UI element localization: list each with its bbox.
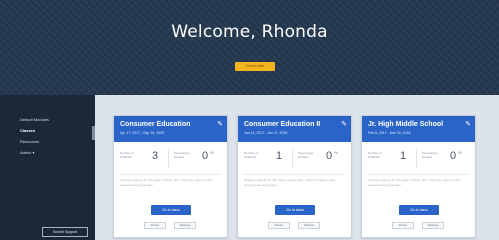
go-to-class-button[interactable]: Go to class xyxy=(399,205,439,215)
card-header: Jr. High Middle School Feb 6, 2017 - Mar… xyxy=(362,116,475,142)
card-description: Student progress for this class is shown… xyxy=(120,178,212,187)
class-card[interactable]: Consumer Education II Jan 12, 2017 - Jun… xyxy=(237,115,352,238)
students-label: Number of Students xyxy=(120,151,135,159)
card-divider xyxy=(244,174,345,175)
stat-divider xyxy=(416,148,417,168)
settings-button[interactable]: Settings xyxy=(422,222,444,229)
graded-unit: % xyxy=(210,150,214,155)
sidebar-item-classes[interactable]: Classes xyxy=(20,128,35,133)
students-label: Number of Students xyxy=(244,151,259,159)
welcome-banner: Welcome, Rhonda Check roles xyxy=(0,0,499,95)
edit-icon[interactable]: ✎ xyxy=(341,120,347,128)
sidebar-item-resources[interactable]: Resources xyxy=(20,139,39,144)
edit-icon[interactable]: ✎ xyxy=(465,120,471,128)
card-title: Consumer Education xyxy=(120,121,191,128)
settings-button[interactable]: Settings xyxy=(298,222,320,229)
banner-button[interactable]: Check roles xyxy=(235,62,275,71)
card-header: Consumer Education Apr 17, 2017 - Sep 15… xyxy=(114,116,227,142)
card-divider xyxy=(120,174,221,175)
graded-unit: % xyxy=(334,150,338,155)
graded-label: Percentage Graded xyxy=(174,151,190,159)
roster-button[interactable]: Roster xyxy=(144,222,166,229)
graded-label: Percentage Graded xyxy=(298,151,314,159)
card-header: Consumer Education II Jan 12, 2017 - Jun… xyxy=(238,116,351,142)
card-description: Student progress for this class is shown… xyxy=(368,178,460,187)
roster-button[interactable]: Roster xyxy=(392,222,414,229)
card-dates: Feb 6, 2017 - Mar 30, 2018 xyxy=(368,131,411,135)
go-to-class-button[interactable]: Go to class xyxy=(151,205,191,215)
edit-icon[interactable]: ✎ xyxy=(217,120,223,128)
card-title: Jr. High Middle School xyxy=(368,121,444,128)
card-title: Consumer Education II xyxy=(244,121,321,128)
students-count: 3 xyxy=(152,150,159,162)
students-count: 1 xyxy=(276,150,283,162)
settings-button[interactable]: Settings xyxy=(174,222,196,229)
graded-label: Percentage Graded xyxy=(422,151,438,159)
class-card[interactable]: Consumer Education Apr 17, 2017 - Sep 15… xyxy=(113,115,228,238)
app-window: Welcome, Rhonda Check roles Default Modu… xyxy=(0,0,499,240)
card-description: Student progress for this class is shown… xyxy=(244,178,336,187)
graded-value: 0 xyxy=(202,150,209,162)
graded-unit: % xyxy=(458,150,462,155)
page-title: Welcome, Rhonda xyxy=(171,22,328,42)
class-card[interactable]: Jr. High Middle School Feb 6, 2017 - Mar… xyxy=(361,115,476,238)
sidebar-item-default-modules[interactable]: Default Modules xyxy=(20,117,49,122)
stat-divider xyxy=(168,148,169,168)
stat-divider xyxy=(292,148,293,168)
go-to-class-button[interactable]: Go to class xyxy=(275,205,315,215)
card-dates: Jan 12, 2017 - Jun 11, 2018 xyxy=(244,131,288,135)
graded-value: 0 xyxy=(326,150,333,162)
card-divider xyxy=(368,174,469,175)
sidebar-item-admin[interactable]: Admin ▾ xyxy=(20,150,34,155)
students-label: Number of Students xyxy=(368,151,383,159)
support-button[interactable]: Submit Support xyxy=(42,227,88,237)
card-dates: Apr 17, 2017 - Sep 15, 2025 xyxy=(120,131,164,135)
roster-button[interactable]: Roster xyxy=(268,222,290,229)
graded-value: 0 xyxy=(450,150,457,162)
students-count: 1 xyxy=(400,150,407,162)
